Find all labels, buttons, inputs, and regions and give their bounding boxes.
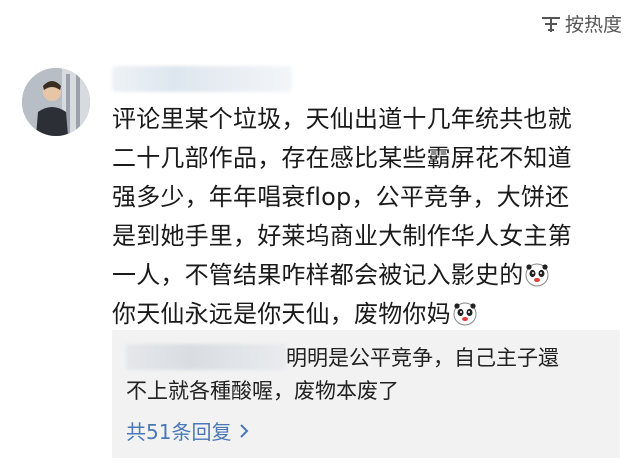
reply-count-label: 共51条回复 [126,420,232,444]
panda-face-emoji-icon [453,302,477,326]
panda-face-emoji-icon [525,263,549,287]
comment-line: 是到她手里，好莱坞商业大制作华人女主第 [112,222,572,250]
user-avatar[interactable] [22,68,90,136]
sort-label: 按热度 [564,14,622,36]
comment-thread-page: 按热度 评论里某个垃圾，天仙出道十几年统共也就 二十几部作品，存在感比某些霸屏花… [0,0,640,469]
comment-line: 二十几部作品，存在感比某些霸屏花不知道 [112,144,572,172]
reply-text: 明明是公平竞争，自己主子還 不上就各種酸喔，废物本废了 [126,342,606,408]
comment-line-with-emoji: 你天仙永远是你天仙，废物你妈 [112,295,612,334]
chevron-right-icon [240,423,249,438]
user-avatar-photo [22,68,90,136]
comment-line: 一人，不管结果咋样都会被记入影史的 [112,261,524,289]
reply-preview-box[interactable]: 明明是公平竞争，自己主子還 不上就各種酸喔，废物本废了 共51条回复 [112,330,620,458]
comment-line: 评论里某个垃圾，天仙出道十几年统共也就 [112,105,572,133]
sort-by-popularity-button[interactable]: 按热度 [541,10,622,37]
comment-line-with-emoji: 一人，不管结果咋样都会被记入影史的 [112,256,612,295]
reply-line: 明明是公平竞争，自己主子還 [286,346,559,370]
comment-line: 强多少，年年唱衰flop，公平竞争，大饼还 [112,183,570,211]
view-replies-link[interactable]: 共51条回复 [126,416,249,445]
comment-text: 评论里某个垃圾，天仙出道十几年统共也就 二十几部作品，存在感比某些霸屏花不知道 … [112,100,612,334]
username-redacted [112,66,292,92]
reply-line: 不上就各種酸喔，废物本废了 [126,379,399,403]
comment-line: 你天仙永远是你天仙，废物你妈 [112,300,451,328]
sort-lines-icon [541,16,560,32]
